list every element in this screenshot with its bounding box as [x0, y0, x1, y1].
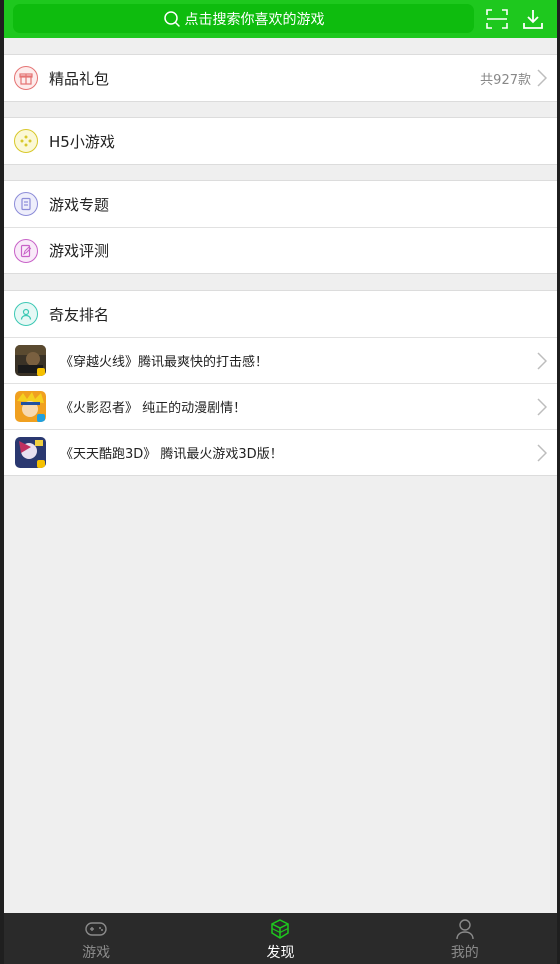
download-icon: [523, 10, 543, 29]
game-title: 《火影忍者》 纯正的动漫剧情！: [60, 401, 247, 416]
gamepad-icon: [84, 918, 108, 940]
gift-count: 共927款: [480, 72, 531, 88]
ranking-label: 奇友排名: [49, 305, 110, 324]
topic-row[interactable]: 游戏专题: [4, 181, 557, 227]
gamepad-icon: [14, 129, 38, 153]
nav-label: 发现: [266, 945, 295, 961]
h5-label: H5小游戏: [49, 132, 115, 151]
document-icon: [14, 192, 38, 216]
topic-review-section: 游戏专题 游戏评测: [4, 180, 557, 274]
cube-icon: [268, 918, 292, 940]
gift-icon: [14, 66, 38, 90]
scan-button[interactable]: [485, 7, 509, 31]
game-row-cf[interactable]: 《穿越火线》腾讯最爽快的打击感！: [4, 337, 557, 383]
nav-tab-discover[interactable]: 发现: [188, 913, 372, 964]
gift-row[interactable]: 精品礼包 共927款: [4, 55, 557, 101]
search-bar[interactable]: 点击搜索你喜欢的游戏: [13, 4, 474, 33]
nav-tab-games[interactable]: 游戏: [4, 913, 188, 964]
chevron-right-icon: [537, 444, 547, 462]
gift-label: 精品礼包: [49, 69, 110, 88]
edit-icon: [14, 239, 38, 263]
review-label: 游戏评测: [49, 242, 110, 260]
topic-label: 游戏专题: [49, 195, 110, 214]
game-title: 《穿越火线》腾讯最爽快的打击感！: [60, 355, 269, 370]
chevron-right-icon: [537, 352, 547, 370]
person-icon: [453, 918, 477, 940]
chevron-right-icon: [537, 69, 547, 87]
nav-tab-mine[interactable]: 我的: [373, 913, 557, 964]
game-title: 《天天酷跑3D》 腾讯最火游戏3D版！: [60, 447, 283, 462]
top-bar: 点击搜索你喜欢的游戏: [4, 0, 557, 38]
h5-row[interactable]: H5小游戏: [4, 118, 557, 164]
nav-label: 我的: [450, 945, 479, 961]
h5-section: H5小游戏: [4, 117, 557, 165]
search-placeholder: 点击搜索你喜欢的游戏: [184, 11, 325, 28]
ranking-section: 奇友排名 《穿越火线》腾讯最爽快的打击感！ 《火影忍者》 纯正的动漫剧情！ 《天…: [4, 290, 557, 476]
gift-section: 精品礼包 共927款: [4, 54, 557, 102]
game-thumbnail-naruto: [15, 391, 46, 422]
user-icon: [14, 302, 38, 326]
nav-label: 游戏: [82, 945, 111, 961]
game-thumbnail-cf: [15, 345, 46, 376]
game-row-naruto[interactable]: 《火影忍者》 纯正的动漫剧情！: [4, 383, 557, 429]
scan-icon: [486, 9, 508, 29]
download-button[interactable]: [521, 7, 545, 31]
ranking-row[interactable]: 奇友排名: [4, 291, 557, 337]
review-row[interactable]: 游戏评测: [4, 227, 557, 273]
game-thumbnail-parkour: [15, 437, 46, 468]
bottom-nav: 游戏 发现 我的: [4, 913, 557, 964]
app-screen: 点击搜索你喜欢的游戏 精品礼包 共927款 H5小游戏 游戏专题 游戏评测 奇友…: [4, 0, 557, 964]
game-row-parkour[interactable]: 《天天酷跑3D》 腾讯最火游戏3D版！: [4, 429, 557, 475]
search-icon: [163, 10, 181, 28]
chevron-right-icon: [537, 398, 547, 416]
